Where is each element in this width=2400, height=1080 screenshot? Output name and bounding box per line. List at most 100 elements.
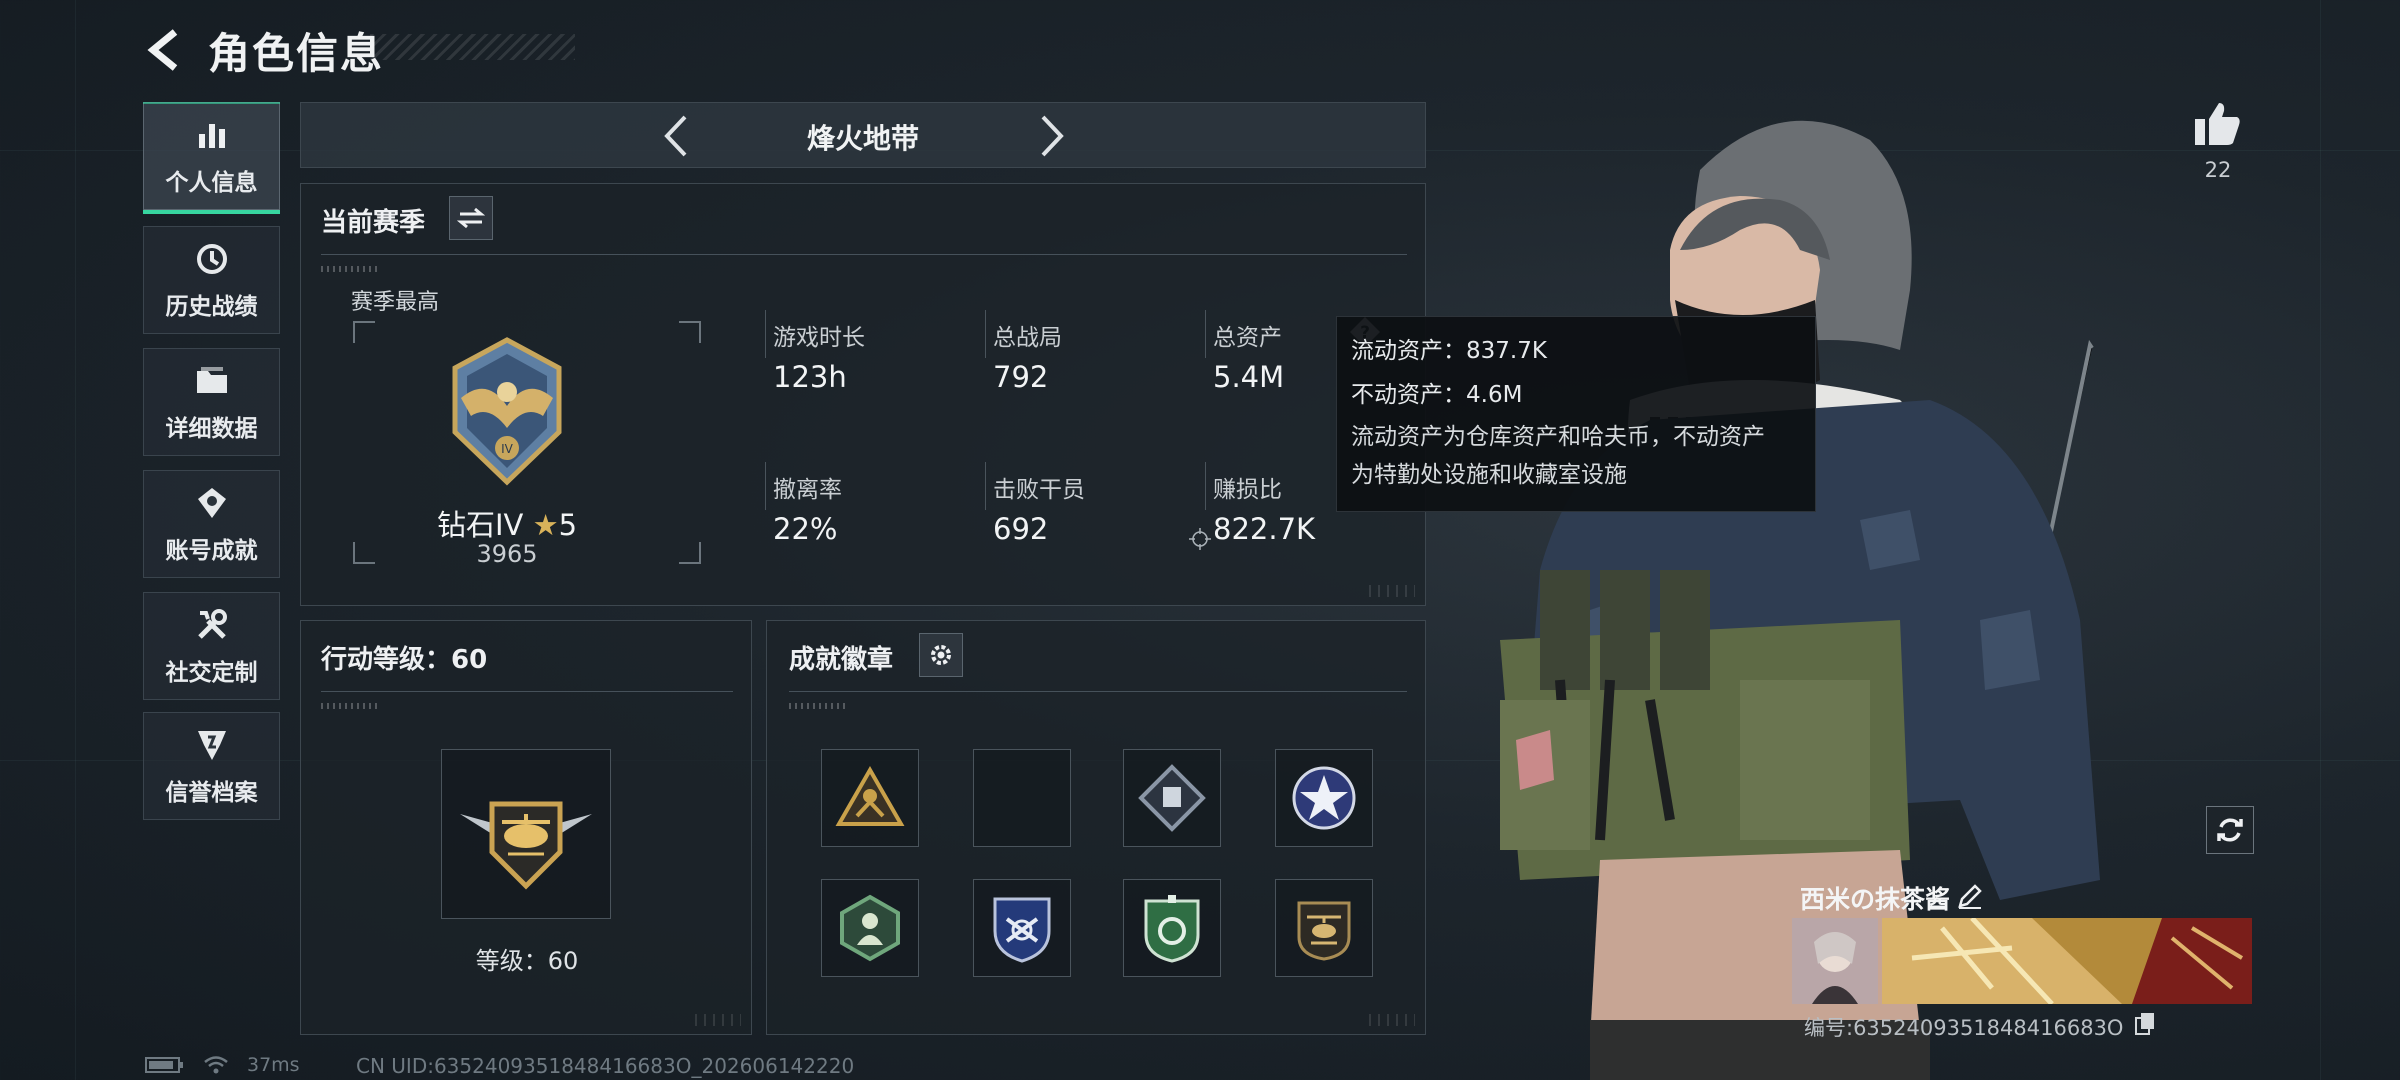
profile-banner[interactable]: [1792, 916, 2252, 1006]
achievement-icon: [192, 483, 232, 523]
frame-corner: [679, 542, 701, 564]
back-arrow-icon: [147, 29, 178, 71]
rank-info: 钻石IV ★5: [401, 502, 613, 544]
assets-tooltip: 流动资产：837.7K 不动资产：4.6M 流动资产为仓库资产和哈夫币，不动资产…: [1336, 316, 1816, 512]
level-text: 等级：60: [475, 947, 579, 975]
rank-name: 钻石IV: [436, 508, 524, 542]
badge-slot-empty[interactable]: [973, 749, 1071, 847]
folder-icon: [192, 361, 232, 401]
action-level-title: 行动等级：60: [321, 645, 488, 675]
badge-slot[interactable]: [1123, 879, 1221, 977]
battery-icon: [145, 1057, 183, 1073]
nav-label: 信誉档案: [165, 780, 258, 806]
player-id: 编号:6352409351848416683O: [1804, 1016, 2124, 1040]
badge-slot[interactable]: [821, 879, 919, 977]
nav-item-social-custom[interactable]: 社交定制: [143, 592, 280, 700]
divider-hatch: [321, 266, 381, 272]
rank-emblem-icon: IV: [447, 336, 567, 486]
triangle-badge-icon: [835, 766, 905, 826]
stat-value-total-matches: 792: [993, 360, 1049, 394]
season-panel: 当前赛季 赛季最高 IV 钻石IV ★5 3965 游戏时长 123h 总战局 …: [300, 183, 1426, 606]
helicopter-emblem-icon: [460, 801, 592, 890]
refresh-button[interactable]: [2206, 806, 2254, 854]
rank-score: 3965: [476, 540, 538, 568]
stat-separator: [1205, 310, 1206, 358]
shield-badge-icon: [993, 897, 1051, 963]
tooltip-liquid-assets: 流动资产：837.7K: [1351, 338, 1547, 364]
tooltip-description-line2: 为特勤处设施和收藏室设施: [1351, 462, 1627, 488]
stat-label-kills: 击败干员: [993, 477, 1085, 503]
thumbs-up-icon: [2195, 103, 2240, 145]
season-title: 当前赛季: [321, 208, 426, 238]
page-title: 角色信息: [208, 29, 385, 78]
crosshair-icon: [1189, 528, 1211, 550]
badge-slot[interactable]: [821, 749, 919, 847]
like-button[interactable]: [2186, 96, 2250, 152]
stat-value-extraction-rate: 22%: [773, 512, 838, 546]
divider: [321, 691, 733, 692]
nav-item-detailed-data[interactable]: 详细数据: [143, 348, 280, 456]
bar-chart-icon: [192, 115, 232, 155]
stat-label-total-matches: 总战局: [993, 325, 1062, 351]
nav-label: 历史战绩: [165, 294, 258, 320]
refresh-icon: [2217, 818, 2243, 842]
next-mode-button[interactable]: [1027, 111, 1077, 161]
tooltip-fixed-assets: 不动资产：4.6M: [1351, 382, 1523, 408]
tools-icon: [192, 605, 232, 645]
nav-label: 账号成就: [165, 538, 258, 564]
divider-hatch: [789, 703, 849, 709]
svg-text:IV: IV: [501, 442, 514, 456]
star-badge-icon: [1292, 766, 1356, 830]
frame-corner: [353, 321, 375, 343]
like-count: 22: [2204, 158, 2232, 182]
status-bar: 37ms: [145, 1054, 300, 1076]
stat-separator: [985, 310, 986, 358]
wifi-icon: [204, 1056, 228, 1074]
divider: [321, 254, 1407, 255]
nav-item-history[interactable]: 历史战绩: [143, 226, 280, 334]
player-name: 西米の抹茶酱: [1800, 885, 1951, 914]
stat-separator: [765, 310, 766, 358]
season-best-label: 赛季最高: [351, 290, 440, 315]
switch-season-button[interactable]: [449, 196, 493, 240]
frame-corner: [679, 321, 701, 343]
divider-hatch: [321, 703, 381, 709]
stat-value-kills: 692: [993, 512, 1049, 546]
badge-slot[interactable]: [1275, 749, 1373, 847]
edit-name-icon[interactable]: [1956, 882, 1984, 910]
nav-item-personal-info[interactable]: 个人信息: [143, 102, 280, 214]
frame-corner: [353, 542, 375, 564]
stat-separator: [985, 462, 986, 510]
panel-decoration: [1369, 1014, 1415, 1026]
helicopter-badge-icon: [1297, 901, 1351, 961]
badge-slot[interactable]: [1275, 879, 1373, 977]
stat-value-profit-ratio: 822.7K: [1213, 512, 1316, 546]
back-button[interactable]: [140, 22, 190, 78]
nav-item-achievements[interactable]: 账号成就: [143, 470, 280, 578]
badge-settings-button[interactable]: [919, 633, 963, 677]
action-level-panel: 行动等级：60 等级：60: [300, 620, 752, 1035]
stat-separator: [1205, 462, 1206, 510]
ping-text: 37ms: [247, 1054, 300, 1076]
stat-value-total-assets: 5.4M: [1213, 360, 1285, 394]
nav-item-reputation[interactable]: 信誉档案: [143, 712, 280, 820]
mode-selector: 烽火地带: [300, 102, 1426, 168]
stat-separator: [765, 462, 766, 510]
swap-icon: [457, 207, 485, 229]
badges-title: 成就徽章: [789, 645, 894, 675]
hexagon-badge-icon: [840, 894, 900, 962]
panel-decoration: [1369, 585, 1415, 597]
mode-title: 烽火地带: [806, 122, 919, 155]
green-shield-badge-icon: [1144, 895, 1200, 963]
stat-label-total-assets: 总资产: [1213, 325, 1282, 351]
nav-label: 社交定制: [165, 660, 258, 686]
stat-label-playtime: 游戏时长: [773, 325, 865, 351]
badge-slot[interactable]: [973, 879, 1071, 977]
copy-icon[interactable]: [2134, 1012, 2156, 1036]
diamond-badge-icon: [1138, 764, 1206, 832]
badge-slot[interactable]: [1123, 749, 1221, 847]
badges-panel: 成就徽章: [766, 620, 1426, 1035]
uid-text: CN UID:6352409351848416683O_202606142220: [356, 1054, 855, 1078]
nav-label: 个人信息: [165, 170, 258, 196]
tooltip-description-line1: 流动资产为仓库资产和哈夫币，不动资产: [1351, 424, 1765, 450]
